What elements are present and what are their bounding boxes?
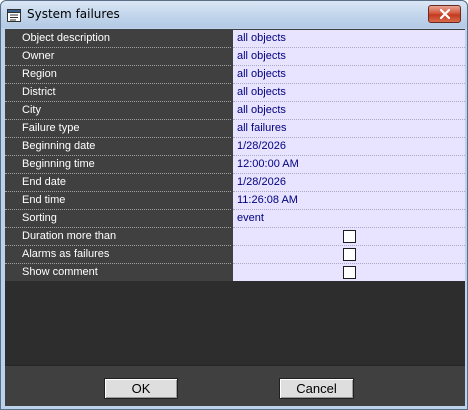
property-row[interactable]: Owner all objects [5, 48, 465, 66]
property-label: Sorting [5, 210, 231, 228]
property-row[interactable]: Failure type all failures [5, 120, 465, 138]
property-row[interactable]: Beginning time 12:00:00 AM [5, 156, 465, 174]
property-label: End time [5, 192, 231, 210]
property-row[interactable]: City all objects [5, 102, 465, 120]
property-label: Show comment [5, 264, 231, 282]
property-value [233, 228, 465, 246]
property-value[interactable]: all objects [233, 66, 465, 84]
property-value [233, 264, 465, 282]
property-value[interactable]: event [233, 210, 465, 228]
property-row[interactable]: Object description all objects [5, 30, 465, 48]
property-row[interactable]: Sorting event [5, 210, 465, 228]
property-value[interactable]: all objects [233, 30, 465, 48]
property-row[interactable]: District all objects [5, 84, 465, 102]
check-row-comment[interactable]: Show comment [5, 264, 465, 282]
property-label: City [5, 102, 231, 120]
property-label: End date [5, 174, 231, 192]
property-value[interactable]: all objects [233, 48, 465, 66]
cancel-button[interactable]: Cancel [279, 378, 354, 399]
dialog-body: Object description all objects Owner all… [5, 29, 465, 406]
property-value[interactable]: 11:26:08 AM [233, 192, 465, 210]
property-label: Alarms as failures [5, 246, 231, 264]
ok-button[interactable]: OK [104, 378, 178, 399]
alarms-checkbox[interactable] [343, 248, 356, 261]
duration-checkbox[interactable] [343, 230, 356, 243]
property-row[interactable]: Region all objects [5, 66, 465, 84]
property-value[interactable]: all objects [233, 84, 465, 102]
title-bar[interactable]: System failures [1, 1, 467, 28]
dialog-window: System failures Object description all o… [0, 0, 468, 410]
property-row[interactable]: End time 11:26:08 AM [5, 192, 465, 210]
close-icon [440, 9, 450, 19]
property-value[interactable]: 1/28/2026 [233, 138, 465, 156]
property-label: Region [5, 66, 231, 84]
property-label: Failure type [5, 120, 231, 138]
check-row-duration[interactable]: Duration more than [5, 228, 465, 246]
close-button[interactable] [428, 5, 461, 23]
show-comment-checkbox[interactable] [343, 266, 356, 279]
property-row[interactable]: End date 1/28/2026 [5, 174, 465, 192]
property-label: Owner [5, 48, 231, 66]
property-row[interactable]: Beginning date 1/28/2026 [5, 138, 465, 156]
button-bar: OK Cancel [5, 365, 465, 406]
window-list-icon [7, 7, 21, 22]
check-row-alarms[interactable]: Alarms as failures [5, 246, 465, 264]
property-value [233, 246, 465, 264]
property-label: Beginning time [5, 156, 231, 174]
property-label: District [5, 84, 231, 102]
property-grid: Object description all objects Owner all… [5, 29, 465, 282]
property-label: Object description [5, 30, 231, 48]
property-value[interactable]: all failures [233, 120, 465, 138]
window-title: System failures [27, 7, 120, 21]
property-value[interactable]: 12:00:00 AM [233, 156, 465, 174]
property-label: Duration more than [5, 228, 231, 246]
property-value[interactable]: 1/28/2026 [233, 174, 465, 192]
property-value[interactable]: all objects [233, 102, 465, 120]
grid-empty-area [5, 281, 465, 365]
property-label: Beginning date [5, 138, 231, 156]
